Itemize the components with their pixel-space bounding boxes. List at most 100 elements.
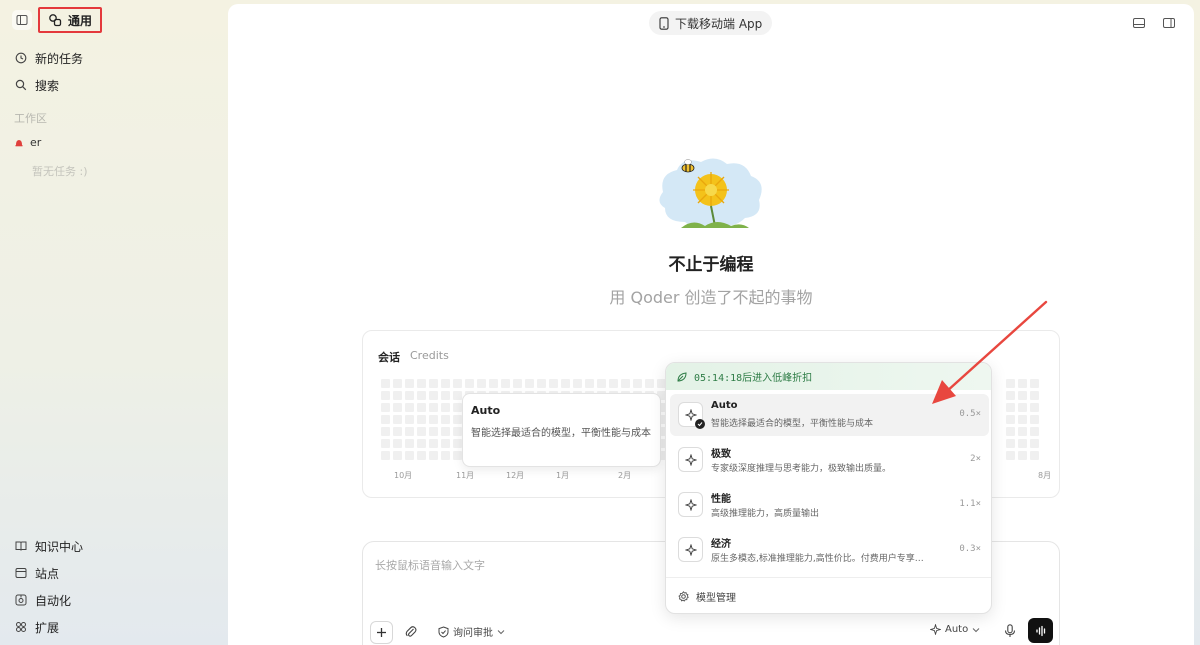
- attachment-icon[interactable]: [405, 625, 417, 639]
- model-option-name: 性能: [711, 494, 731, 505]
- heatmap-cell: [645, 379, 654, 388]
- sidebar-item-new-task[interactable]: 新的任务: [14, 49, 83, 67]
- tab-credits[interactable]: Credits: [410, 349, 449, 365]
- sidebar-top: 通用: [12, 7, 103, 33]
- waveform-icon: [1035, 625, 1045, 636]
- heatmap-cell: [393, 451, 402, 460]
- model-option-desc: 专家级深度推理与思考能力，极致输出质量。: [711, 464, 892, 474]
- sparkle-icon: [684, 408, 697, 421]
- heatmap-cell: [1018, 415, 1027, 424]
- shield-check-icon: [438, 625, 449, 638]
- download-app-button[interactable]: 下载移动端 App: [649, 11, 773, 35]
- heatmap-cell: [501, 379, 510, 388]
- empty-tasks-text: 暂无任务 :): [32, 165, 88, 178]
- model-tooltip: Auto 智能选择最适合的模型，平衡性能与成本: [462, 393, 661, 467]
- heatmap-cell: [429, 391, 438, 400]
- model-option-performance[interactable]: 性能 高级推理能力，高质量输出 1.1×: [670, 484, 989, 526]
- heatmap-cell: [453, 415, 462, 424]
- sidebar-toggle-button[interactable]: [12, 10, 32, 30]
- model-management-label: 模型管理: [696, 593, 736, 604]
- month-label: 11月: [456, 471, 475, 480]
- heatmap-cell: [525, 379, 534, 388]
- month-label: 1月: [556, 471, 570, 480]
- plus-icon: [377, 628, 386, 637]
- heatmap-cell: [597, 379, 606, 388]
- workspace-section-label: 工作区: [14, 112, 47, 125]
- workspace-selector[interactable]: 通用: [38, 7, 103, 33]
- heatmap-cell: [405, 391, 414, 400]
- heatmap-cell: [393, 427, 402, 436]
- heatmap-cell: [453, 379, 462, 388]
- sparkle-icon: [684, 543, 697, 556]
- selected-check-icon: [695, 419, 705, 429]
- sidebar-item-site[interactable]: 站点: [14, 564, 59, 582]
- heatmap-cell: [381, 391, 390, 400]
- download-app-label: 下载移动端 App: [675, 16, 763, 31]
- microphone-icon[interactable]: [1004, 624, 1016, 638]
- model-selector[interactable]: Auto: [930, 624, 980, 635]
- workspace-label: 通用: [68, 13, 93, 28]
- heatmap-cell: [465, 379, 474, 388]
- heatmap-cell: [429, 379, 438, 388]
- heatmap-cell: [381, 415, 390, 424]
- sidebar-item-automation[interactable]: 自动化: [14, 591, 71, 609]
- automation-icon: [14, 594, 27, 607]
- heatmap-cell: [1006, 439, 1015, 448]
- heatmap-cell: [453, 439, 462, 448]
- heatmap-cell: [393, 391, 402, 400]
- sidebar-item-label: 搜索: [35, 78, 60, 93]
- model-option-multiplier: 0.5×: [959, 409, 981, 419]
- heatmap-cell: [453, 427, 462, 436]
- phone-icon: [659, 16, 669, 30]
- heatmap-cell: [585, 379, 594, 388]
- heatmap-cell: [513, 379, 522, 388]
- heatmap-cell: [441, 427, 450, 436]
- model-selector-label: Auto: [945, 624, 969, 635]
- heatmap-cell: [381, 427, 390, 436]
- model-option-economy[interactable]: 经济 原生多模态,标准推理能力,高性价比。付费用户专享… 0.3×: [670, 529, 989, 571]
- heatmap-cell: [549, 379, 558, 388]
- model-option-multiplier: 2×: [970, 454, 981, 464]
- book-icon: [14, 540, 27, 553]
- heatmap-cell: [1018, 427, 1027, 436]
- heatmap-cell: [393, 415, 402, 424]
- model-option-ultimate[interactable]: 极致 专家级深度推理与思考能力，极致输出质量。 2×: [670, 439, 989, 481]
- heatmap-cell: [417, 391, 426, 400]
- sparkle-icon: [684, 498, 697, 511]
- heatmap-cell: [429, 415, 438, 424]
- model-option-desc: 智能选择最适合的模型，平衡性能与成本: [711, 419, 874, 429]
- heatmap-cell: [573, 379, 582, 388]
- heatmap-cell: [453, 451, 462, 460]
- chevron-down-icon: [972, 627, 980, 632]
- month-label: 8月: [1038, 471, 1052, 480]
- sidebar-item-search[interactable]: 搜索: [14, 76, 59, 94]
- sidebar-item-extension[interactable]: 扩展: [14, 618, 59, 636]
- heatmap-cell: [381, 439, 390, 448]
- heatmap-cell: [1006, 451, 1015, 460]
- add-button[interactable]: [370, 621, 393, 644]
- model-option-desc: 高级推理能力，高质量输出: [711, 509, 820, 519]
- activity-tabs: 会话 Credits: [378, 349, 449, 365]
- new-task-icon: [14, 52, 27, 65]
- heatmap-cell: [1006, 415, 1015, 424]
- model-management-item[interactable]: 模型管理: [678, 589, 736, 604]
- heatmap-cell: [417, 427, 426, 436]
- chat-input[interactable]: 长按鼠标语音输入文字: [375, 557, 485, 573]
- heatmap-cell: [441, 451, 450, 460]
- sidebar: 通用 新的任务 搜索 工作区 er 暂无任务 :) 知识中心 站点 自动化 扩展: [0, 0, 228, 645]
- sidebar-item-label: 站点: [35, 566, 60, 581]
- heatmap-cell: [537, 379, 546, 388]
- heatmap-cell: [381, 451, 390, 460]
- chevron-down-icon: [497, 629, 505, 634]
- approval-mode-dropdown[interactable]: 询问审批: [438, 624, 505, 639]
- heatmap-cell: [633, 379, 642, 388]
- sidebar-project-er[interactable]: er: [14, 136, 41, 149]
- heatmap-cell: [441, 391, 450, 400]
- sidebar-item-knowledge[interactable]: 知识中心: [14, 537, 83, 555]
- voice-send-button[interactable]: [1028, 618, 1053, 643]
- panel-bottom-icon[interactable]: [1132, 16, 1146, 30]
- dandelion-bee-illustration: [659, 158, 762, 228]
- panel-right-icon[interactable]: [1162, 16, 1176, 30]
- tab-sessions[interactable]: 会话: [378, 349, 400, 365]
- search-icon: [14, 79, 27, 92]
